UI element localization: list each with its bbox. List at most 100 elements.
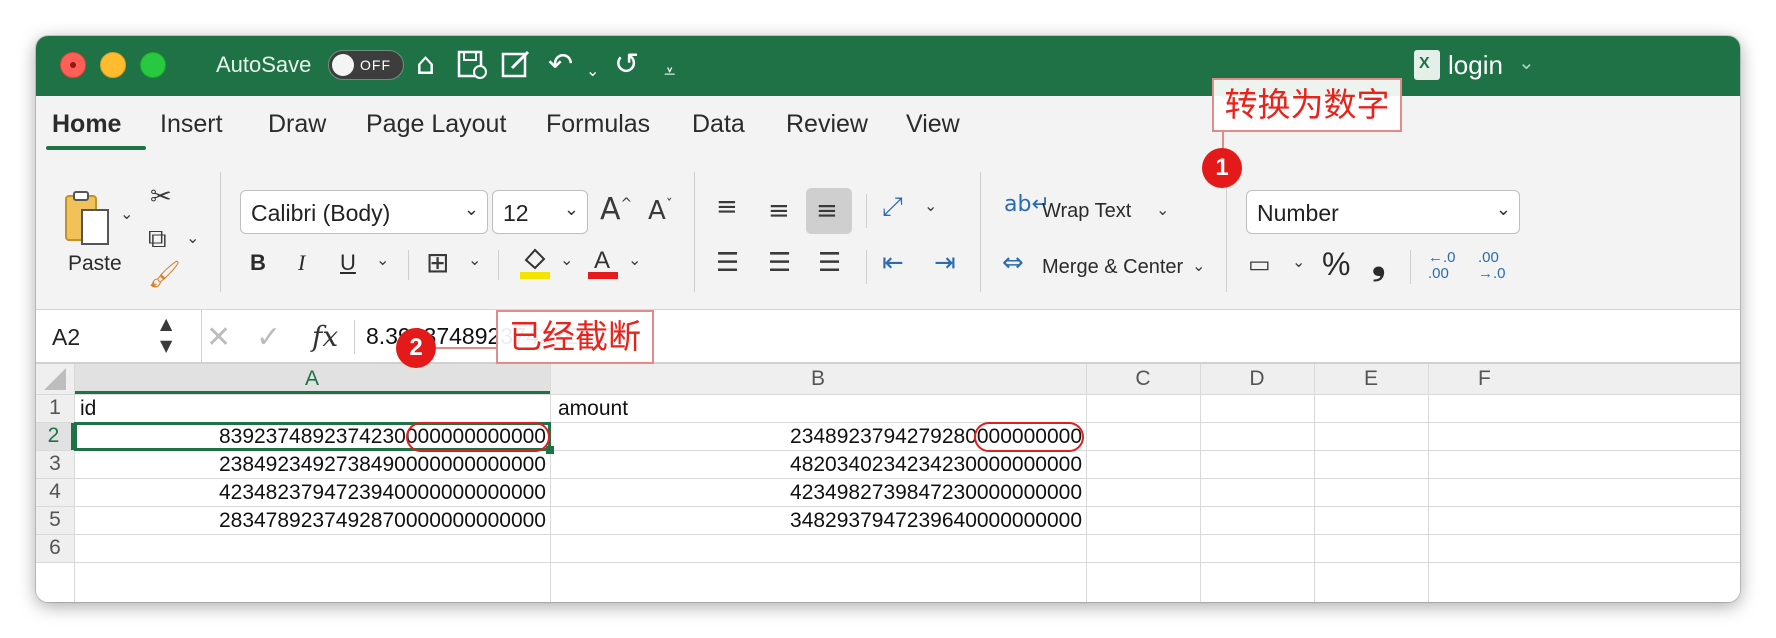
grid-line <box>36 534 1740 535</box>
cell-b4[interactable]: 4234982739847230000000000 <box>556 481 1082 505</box>
column-header-f[interactable]: F <box>1428 364 1740 394</box>
name-box-stepper-icon[interactable]: ▲ <box>160 314 172 333</box>
accounting-format-icon[interactable]: ▭ <box>1248 250 1271 278</box>
accounting-dropdown-icon[interactable]: ⌄ <box>1292 252 1305 271</box>
edit-sheet-icon[interactable] <box>500 48 532 88</box>
select-all-corner[interactable] <box>36 364 74 394</box>
customize-toolbar-icon[interactable]: ⩡ <box>664 54 675 88</box>
percent-style-button[interactable]: % <box>1322 246 1350 283</box>
row-header-4[interactable]: 4 <box>36 478 74 506</box>
minimize-window-button[interactable] <box>100 52 126 78</box>
align-right-icon[interactable]: ☰ <box>818 248 841 278</box>
cell-b5[interactable]: 3482937947239640000000000 <box>556 509 1082 533</box>
orientation-dropdown-icon[interactable]: ⌄ <box>924 196 937 215</box>
comma-style-button[interactable]: ❟ <box>1372 244 1385 283</box>
font-name-select[interactable]: Calibri (Body) ⌄ <box>240 190 488 234</box>
name-box-stepper-icon[interactable]: ▼ <box>160 336 172 355</box>
align-middle-icon[interactable]: ≡ <box>768 196 790 226</box>
tab-formulas[interactable]: Formulas <box>546 110 650 139</box>
cancel-entry-icon[interactable]: ✕ <box>206 320 231 355</box>
fill-handle[interactable] <box>546 446 554 454</box>
row-header-6[interactable]: 6 <box>36 534 74 562</box>
ribbon-separator <box>694 172 695 292</box>
column-header-c[interactable]: C <box>1086 364 1200 394</box>
paste-svg <box>65 191 109 245</box>
zoom-window-button[interactable] <box>140 52 166 78</box>
merge-center-icon[interactable]: ⇔ <box>1002 248 1024 278</box>
column-header-d[interactable]: D <box>1200 364 1314 394</box>
cut-icon[interactable]: ✂ <box>150 182 172 212</box>
font-size-select[interactable]: 12 ⌄ <box>492 190 588 234</box>
decrease-font-size-icon[interactable]: Aˇ <box>648 196 673 226</box>
tab-review[interactable]: Review <box>786 110 868 139</box>
home-icon[interactable]: ⌂ <box>416 48 435 82</box>
decrease-indent-icon[interactable]: ⇤ <box>882 248 904 278</box>
tab-data[interactable]: Data <box>692 110 745 139</box>
font-color-icon[interactable]: A <box>588 244 618 284</box>
align-bottom-button[interactable]: ≡ <box>806 188 852 234</box>
cell-a3[interactable]: 2384923492738490000000000000 <box>80 453 546 477</box>
paste-dropdown-icon[interactable]: ⌄ <box>120 204 133 223</box>
ribbon-separator <box>220 172 221 292</box>
italic-button[interactable]: I <box>298 250 305 276</box>
merge-center-button[interactable]: Merge & Center <box>1042 256 1183 279</box>
row-header-1[interactable]: 1 <box>36 394 74 422</box>
align-top-icon[interactable]: ≡ <box>716 192 738 222</box>
document-title[interactable]: login <box>1448 50 1503 81</box>
undo-icon[interactable]: ↶ <box>548 48 573 82</box>
font-color-dropdown-icon[interactable]: ⌄ <box>628 250 641 269</box>
tab-home[interactable]: Home <box>52 110 121 139</box>
underline-button[interactable]: U <box>340 250 356 276</box>
tab-page-layout[interactable]: Page Layout <box>366 110 506 139</box>
tab-draw[interactable]: Draw <box>268 110 326 139</box>
borders-icon[interactable]: ⊞ <box>426 246 449 279</box>
row-header-2[interactable]: 2 <box>36 422 74 450</box>
name-box[interactable]: A2 ▲ ▼ <box>36 310 202 364</box>
close-window-button[interactable] <box>60 52 86 78</box>
format-painter-icon[interactable]: 🖌 <box>148 260 181 290</box>
underline-dropdown-icon[interactable]: ⌄ <box>376 250 389 269</box>
title-chevron-icon[interactable]: ⌄ <box>1518 50 1535 75</box>
number-format-value: Number <box>1257 200 1339 226</box>
cell-b1[interactable]: amount <box>558 397 628 421</box>
merge-center-dropdown-icon[interactable]: ⌄ <box>1192 256 1205 275</box>
fill-color-dropdown-icon[interactable]: ⌄ <box>560 250 573 269</box>
paste-label: Paste <box>68 252 122 275</box>
redo-icon[interactable]: ↺ <box>614 48 639 82</box>
borders-dropdown-icon[interactable]: ⌄ <box>468 250 481 269</box>
cell-b3[interactable]: 4820340234234230000000000 <box>556 453 1082 477</box>
increase-decimal-button[interactable]: ←.0 .00 <box>1428 250 1462 282</box>
row-header-3[interactable]: 3 <box>36 450 74 478</box>
wrap-text-dropdown-icon[interactable]: ⌄ <box>1156 200 1169 219</box>
undo-dropdown-icon[interactable]: ⌄ <box>586 54 599 88</box>
autosave-toggle[interactable]: OFF <box>328 50 404 80</box>
copy-icon[interactable]: ⧉ <box>148 224 167 255</box>
increase-indent-icon[interactable]: ⇥ <box>934 248 956 278</box>
column-header-b[interactable]: B <box>550 364 1086 394</box>
tab-view[interactable]: View <box>906 110 960 139</box>
grid-line <box>36 506 1740 507</box>
bold-button[interactable]: B <box>250 250 266 276</box>
tab-insert[interactable]: Insert <box>160 110 223 139</box>
number-format-select[interactable]: Number ⌄ <box>1246 190 1520 234</box>
wrap-text-button[interactable]: Wrap Text <box>1042 200 1131 223</box>
decrease-decimal-button[interactable]: .00 →.0 <box>1478 250 1512 282</box>
column-header-e[interactable]: E <box>1314 364 1428 394</box>
cell-a5[interactable]: 2834789237492870000000000000 <box>80 509 546 533</box>
save-icon[interactable] <box>456 48 488 88</box>
align-left-icon[interactable]: ☰ <box>716 248 739 278</box>
orientation-icon[interactable]: ⤢ <box>882 192 903 223</box>
insert-function-icon[interactable]: fx <box>312 320 338 353</box>
align-center-icon[interactable]: ☰ <box>768 248 791 278</box>
column-header-a[interactable]: A <box>74 364 550 394</box>
font-color-svg: A <box>588 247 618 279</box>
cell-a1[interactable]: id <box>80 397 96 421</box>
confirm-entry-icon[interactable]: ✓ <box>256 320 281 355</box>
copy-dropdown-icon[interactable]: ⌄ <box>186 228 199 247</box>
increase-font-size-icon[interactable]: A^ <box>600 192 632 227</box>
paste-icon[interactable] <box>62 188 112 252</box>
cell-a4[interactable]: 4234823794723940000000000000 <box>80 481 546 505</box>
fill-color-icon[interactable] <box>520 244 550 284</box>
grid-line <box>550 364 551 602</box>
row-header-5[interactable]: 5 <box>36 506 74 534</box>
